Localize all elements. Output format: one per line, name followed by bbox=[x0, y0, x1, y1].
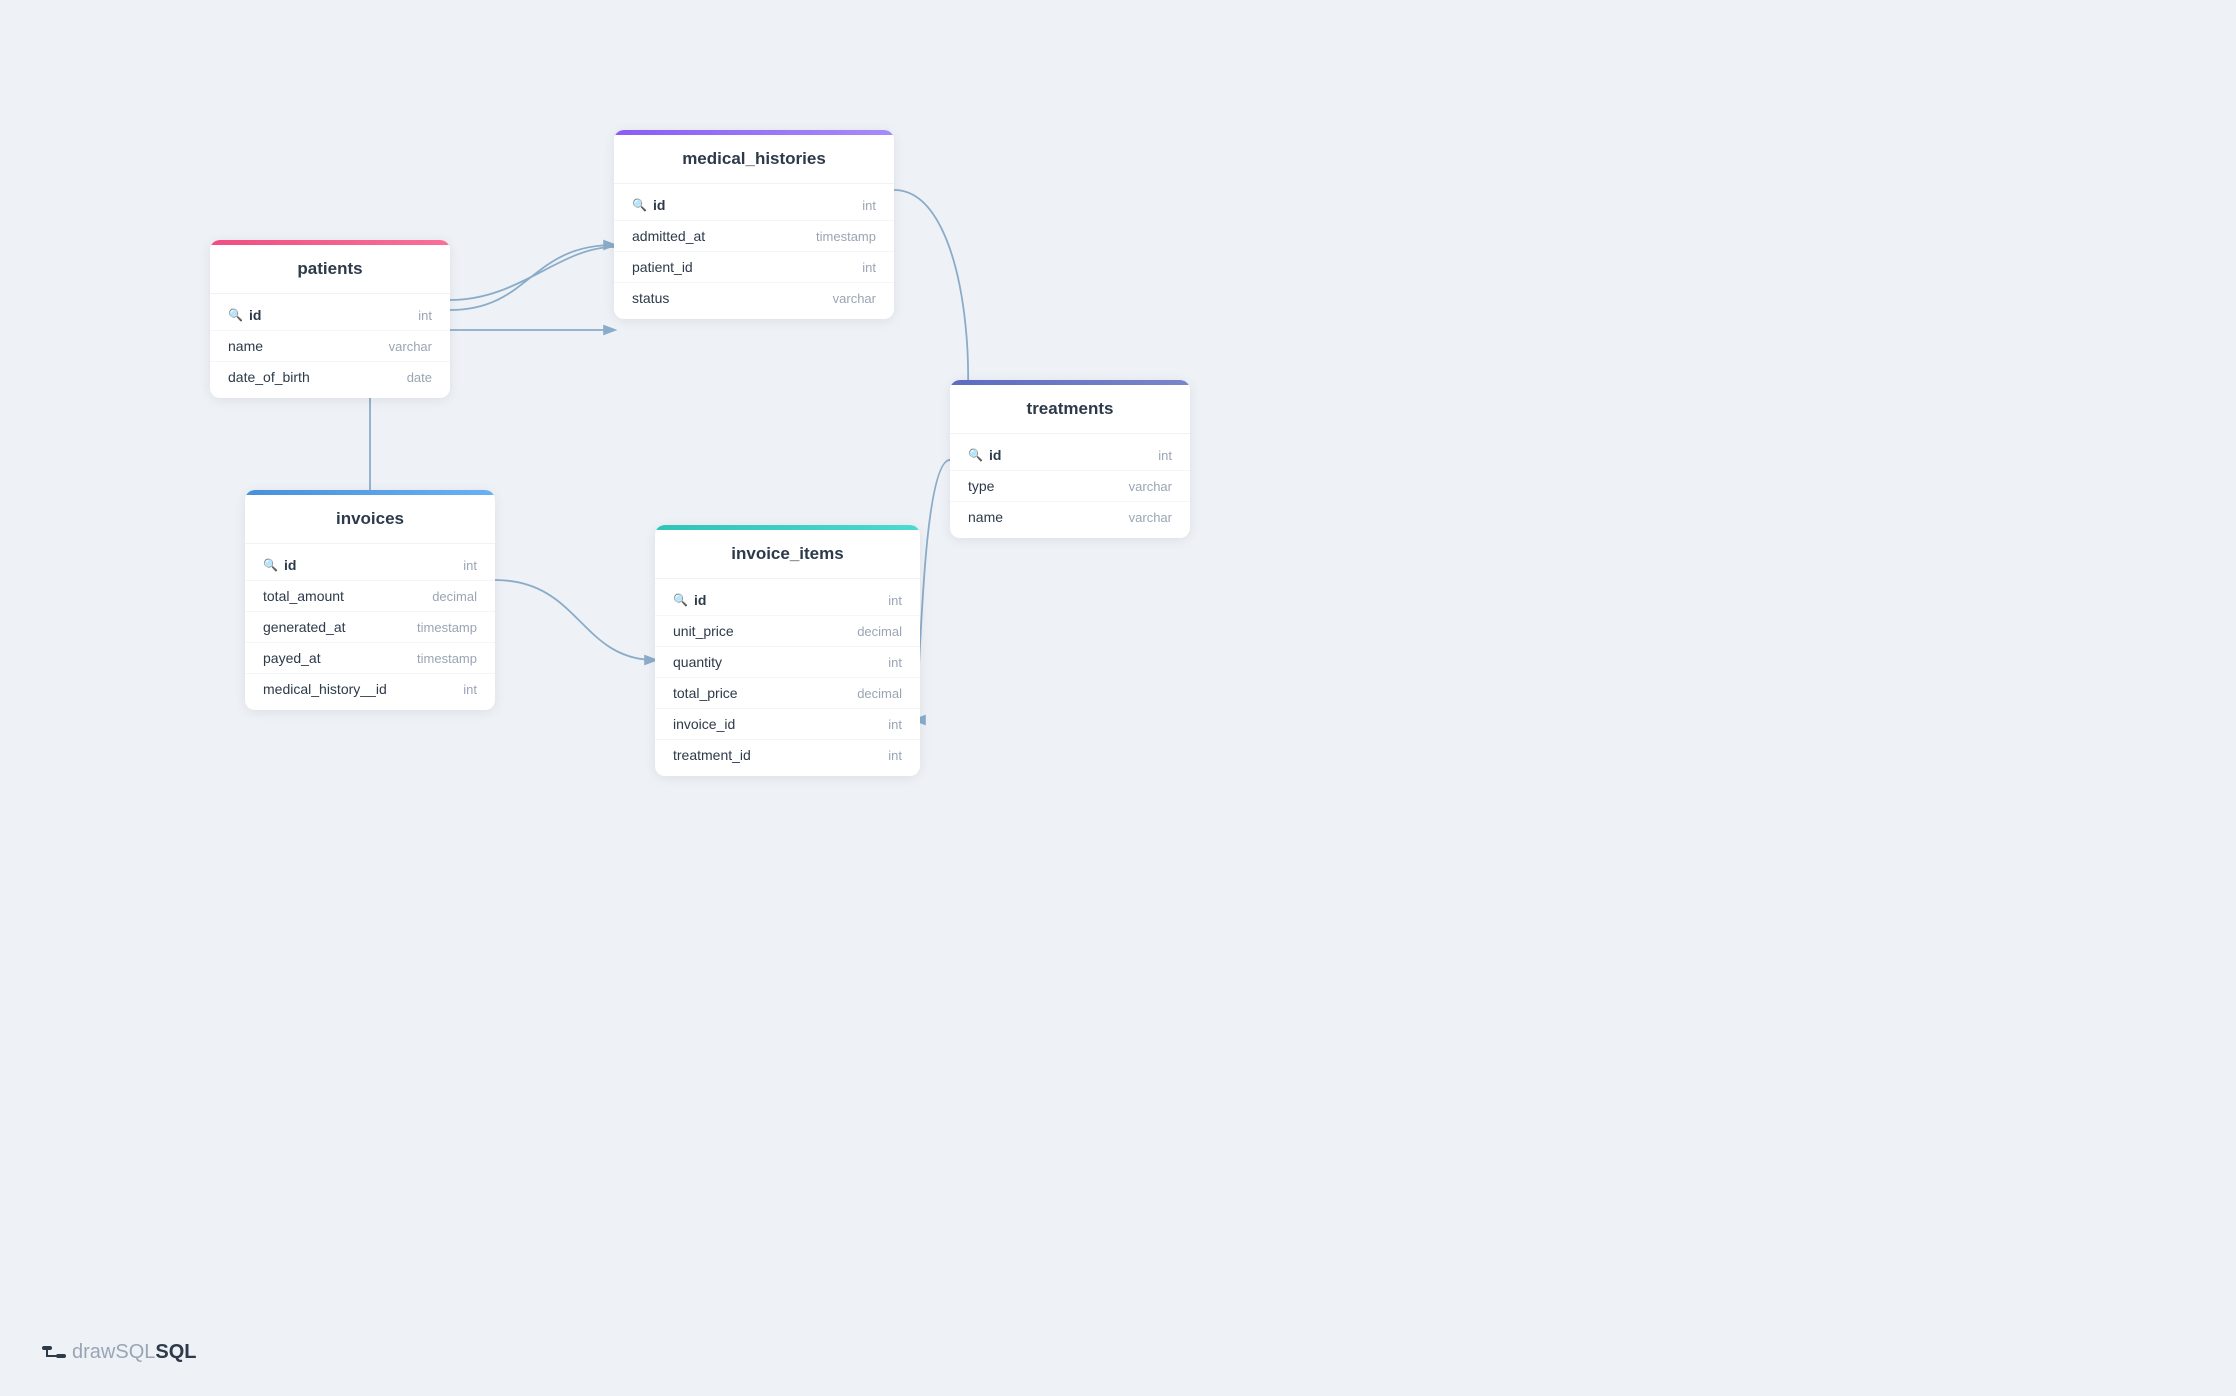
table-row[interactable]: type varchar bbox=[950, 471, 1190, 502]
field-name: type bbox=[968, 478, 994, 494]
table-title-invoice-items: invoice_items bbox=[655, 530, 920, 579]
table-row[interactable]: total_amount decimal bbox=[245, 581, 495, 612]
table-medical-histories[interactable]: medical_histories 🔍 id int admitted_at t… bbox=[614, 130, 894, 319]
field-type: decimal bbox=[857, 624, 902, 639]
field-name: 🔍 id bbox=[968, 447, 1001, 463]
table-row[interactable]: generated_at timestamp bbox=[245, 612, 495, 643]
table-title-treatments: treatments bbox=[950, 385, 1190, 434]
table-title-medical-histories: medical_histories bbox=[614, 135, 894, 184]
table-rows-patients: 🔍 id int name varchar date_of_birth date bbox=[210, 294, 450, 398]
table-row[interactable]: 🔍 id int bbox=[950, 440, 1190, 471]
field-name: treatment_id bbox=[673, 747, 751, 763]
field-type: int bbox=[888, 593, 902, 608]
field-type: varchar bbox=[389, 339, 432, 354]
table-row[interactable]: 🔍 id int bbox=[614, 190, 894, 221]
field-type: varchar bbox=[1129, 510, 1172, 525]
field-type: int bbox=[862, 260, 876, 275]
table-row[interactable]: name varchar bbox=[210, 331, 450, 362]
table-title-invoices: invoices bbox=[245, 495, 495, 544]
field-type: int bbox=[888, 717, 902, 732]
field-name: patient_id bbox=[632, 259, 693, 275]
field-type: int bbox=[888, 748, 902, 763]
field-type: int bbox=[888, 655, 902, 670]
table-row[interactable]: 🔍 id int bbox=[245, 550, 495, 581]
field-name: generated_at bbox=[263, 619, 346, 635]
field-name: status bbox=[632, 290, 669, 306]
table-row[interactable]: date_of_birth date bbox=[210, 362, 450, 392]
field-name: 🔍 id bbox=[228, 307, 261, 323]
app-logo: drawSQLSQL bbox=[40, 1338, 197, 1366]
pk-icon: 🔍 bbox=[228, 308, 243, 322]
field-type: decimal bbox=[857, 686, 902, 701]
pk-icon: 🔍 bbox=[673, 593, 688, 607]
table-rows-medical-histories: 🔍 id int admitted_at timestamp patient_i… bbox=[614, 184, 894, 319]
pk-icon: 🔍 bbox=[968, 448, 983, 462]
table-row[interactable]: 🔍 id int bbox=[655, 585, 920, 616]
table-row[interactable]: name varchar bbox=[950, 502, 1190, 532]
field-name: medical_history__id bbox=[263, 681, 387, 697]
field-name: admitted_at bbox=[632, 228, 705, 244]
table-row[interactable]: medical_history__id int bbox=[245, 674, 495, 704]
field-name: 🔍 id bbox=[632, 197, 665, 213]
field-name: invoice_id bbox=[673, 716, 735, 732]
field-name: name bbox=[228, 338, 263, 354]
table-row[interactable]: unit_price decimal bbox=[655, 616, 920, 647]
field-name: payed_at bbox=[263, 650, 321, 666]
pk-icon: 🔍 bbox=[263, 558, 278, 572]
canvas: patients 🔍 id int name varchar date_of_b… bbox=[0, 0, 2236, 1396]
table-patients[interactable]: patients 🔍 id int name varchar date_of_b… bbox=[210, 240, 450, 398]
field-name: date_of_birth bbox=[228, 369, 310, 385]
pk-icon: 🔍 bbox=[632, 198, 647, 212]
field-type: decimal bbox=[432, 589, 477, 604]
table-row[interactable]: 🔍 id int bbox=[210, 300, 450, 331]
logo-icon bbox=[40, 1338, 68, 1366]
field-name: 🔍 id bbox=[263, 557, 296, 573]
table-row[interactable]: invoice_id int bbox=[655, 709, 920, 740]
logo-text: drawSQLSQL bbox=[72, 1341, 197, 1364]
logo-sql-text: SQL bbox=[155, 1341, 196, 1363]
table-row[interactable]: total_price decimal bbox=[655, 678, 920, 709]
table-invoice-items[interactable]: invoice_items 🔍 id int unit_price decima… bbox=[655, 525, 920, 776]
field-type: timestamp bbox=[417, 651, 477, 666]
table-row[interactable]: payed_at timestamp bbox=[245, 643, 495, 674]
field-name: unit_price bbox=[673, 623, 734, 639]
field-name: 🔍 id bbox=[673, 592, 706, 608]
field-type: int bbox=[463, 682, 477, 697]
field-name: total_amount bbox=[263, 588, 344, 604]
field-type: timestamp bbox=[816, 229, 876, 244]
field-type: int bbox=[862, 198, 876, 213]
table-treatments[interactable]: treatments 🔍 id int type varchar name va… bbox=[950, 380, 1190, 538]
field-type: int bbox=[1158, 448, 1172, 463]
table-row[interactable]: quantity int bbox=[655, 647, 920, 678]
table-row[interactable]: treatment_id int bbox=[655, 740, 920, 770]
table-title-patients: patients bbox=[210, 245, 450, 294]
logo-draw-text: drawSQL bbox=[72, 1341, 155, 1363]
field-type: int bbox=[463, 558, 477, 573]
table-row[interactable]: admitted_at timestamp bbox=[614, 221, 894, 252]
field-name: quantity bbox=[673, 654, 722, 670]
field-type: timestamp bbox=[417, 620, 477, 635]
field-name: name bbox=[968, 509, 1003, 525]
field-type: date bbox=[407, 370, 432, 385]
field-type: varchar bbox=[833, 291, 876, 306]
table-rows-treatments: 🔍 id int type varchar name varchar bbox=[950, 434, 1190, 538]
table-invoices[interactable]: invoices 🔍 id int total_amount decimal g… bbox=[245, 490, 495, 710]
table-rows-invoices: 🔍 id int total_amount decimal generated_… bbox=[245, 544, 495, 710]
table-row[interactable]: patient_id int bbox=[614, 252, 894, 283]
table-row[interactable]: status varchar bbox=[614, 283, 894, 313]
field-type: varchar bbox=[1129, 479, 1172, 494]
field-type: int bbox=[418, 308, 432, 323]
field-name: total_price bbox=[673, 685, 738, 701]
table-rows-invoice-items: 🔍 id int unit_price decimal quantity int… bbox=[655, 579, 920, 776]
